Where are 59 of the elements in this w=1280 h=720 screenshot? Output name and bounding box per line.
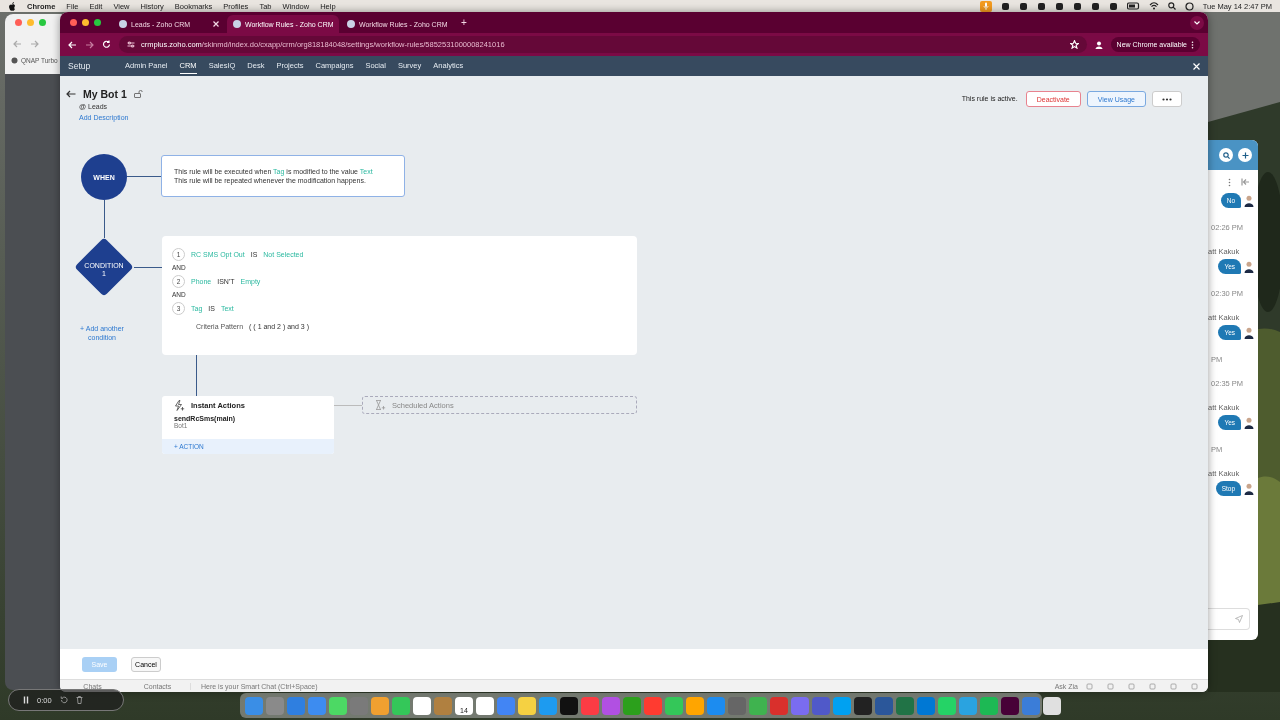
connector-line	[196, 355, 197, 396]
reload-icon	[102, 40, 111, 49]
toolbar-icon	[1191, 682, 1198, 690]
send-icon	[1235, 615, 1243, 623]
profile-icon	[1094, 40, 1103, 49]
back-icon	[68, 40, 77, 49]
toolbar-icon	[1128, 682, 1135, 690]
toolbar-icon	[1170, 682, 1177, 690]
rule-title: My Bot 1	[83, 88, 127, 100]
chevron-down-icon	[1194, 20, 1200, 25]
restart-icon	[59, 696, 68, 704]
new-tab-button[interactable]: +	[455, 17, 473, 28]
tab-search-button[interactable]	[1190, 15, 1204, 30]
connector-line	[104, 200, 105, 238]
connector-line	[134, 267, 162, 268]
apple-icon	[8, 1, 16, 11]
trash-icon	[75, 696, 83, 704]
zoom-light[interactable]	[94, 19, 101, 26]
add-button[interactable]	[1238, 148, 1252, 162]
close-icon	[1193, 62, 1200, 70]
more-vertical-icon	[1191, 40, 1194, 49]
plus-icon	[1241, 151, 1249, 159]
control-center-icon	[1184, 1, 1194, 11]
search-icon	[1167, 2, 1176, 10]
battery-icon	[1126, 2, 1140, 10]
close-icon	[213, 21, 219, 27]
back-arrow-icon	[13, 40, 22, 48]
avatar-icon	[1244, 260, 1254, 273]
lightning-plus-icon	[174, 400, 185, 411]
globe-icon	[11, 57, 18, 64]
wifi-icon	[1148, 2, 1159, 10]
avatar-icon	[1244, 416, 1254, 429]
toolbar-icon	[1149, 682, 1156, 690]
search-button[interactable]	[1219, 148, 1233, 162]
search-icon	[1222, 151, 1230, 159]
close-light[interactable]	[70, 19, 77, 26]
collapse-icon	[1241, 178, 1250, 186]
toolbar-icon	[1107, 682, 1114, 690]
star-icon	[1069, 40, 1079, 49]
close-light[interactable]	[15, 19, 22, 26]
back-arrow-icon	[66, 90, 76, 98]
avatar-icon	[1244, 482, 1254, 495]
toolbar-icon	[1086, 682, 1093, 690]
more-button[interactable]	[1152, 91, 1182, 107]
forward-arrow-icon	[30, 40, 39, 48]
mic-glyph-icon	[982, 2, 989, 10]
avatar-icon	[1244, 326, 1254, 339]
microphone-icon[interactable]	[979, 0, 992, 12]
forward-icon	[85, 40, 94, 49]
minimize-light[interactable]	[82, 19, 89, 26]
unlock-icon	[133, 90, 143, 98]
setup-title: Setup	[68, 61, 92, 71]
connector-line	[334, 405, 362, 406]
connector-line	[127, 176, 161, 177]
site-info-icon	[127, 41, 135, 48]
pause-icon	[23, 696, 29, 704]
hourglass-plus-icon	[375, 400, 386, 410]
more-icon	[1162, 97, 1172, 101]
avatar-icon	[1244, 194, 1254, 207]
